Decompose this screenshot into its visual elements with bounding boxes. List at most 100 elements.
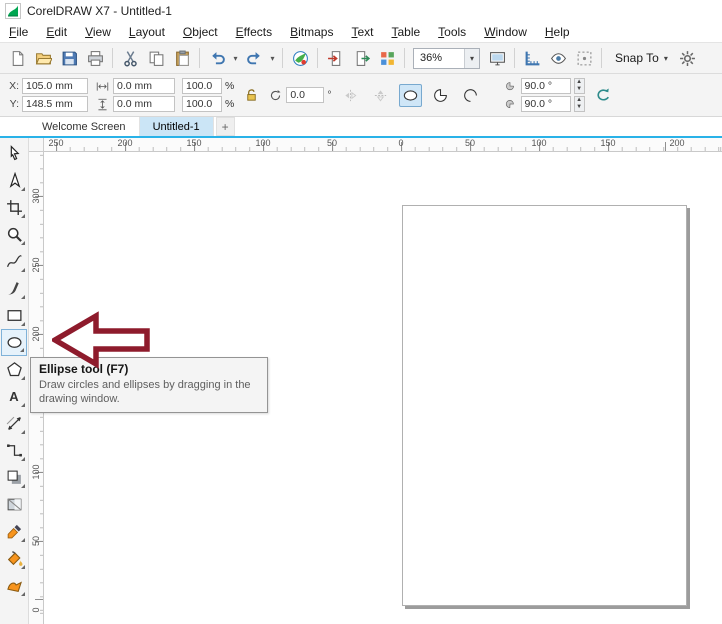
- end-angle-spinner[interactable]: ▲ ▼: [573, 96, 585, 112]
- object-width-field[interactable]: 0.0 mm: [113, 78, 175, 94]
- hruler-label: 0: [398, 138, 404, 148]
- menu-effects[interactable]: Effects: [227, 23, 281, 41]
- polygon-tool[interactable]: [1, 356, 27, 383]
- crop-tool[interactable]: [1, 194, 27, 221]
- options-button[interactable]: [675, 45, 701, 71]
- parallel-dimension-tool[interactable]: [1, 410, 27, 437]
- menu-tools[interactable]: Tools: [429, 23, 475, 41]
- ruler-origin[interactable]: [29, 138, 44, 152]
- ellipse-tool[interactable]: [1, 329, 27, 356]
- import-button[interactable]: [322, 45, 348, 71]
- straight-line-connector-tool[interactable]: [1, 437, 27, 464]
- menu-table[interactable]: Table: [382, 23, 429, 41]
- hruler-label: 100: [255, 138, 271, 148]
- new-tab-button[interactable]: +: [215, 117, 235, 136]
- interactive-fill-tool[interactable]: [1, 545, 27, 572]
- pie-mode-button[interactable]: [429, 84, 452, 107]
- copy-button[interactable]: [143, 45, 169, 71]
- open-button[interactable]: [30, 45, 56, 71]
- end-angle-field[interactable]: 90.0 °: [520, 96, 571, 112]
- end-angle-icon: [503, 98, 518, 110]
- rotation-field[interactable]: 0.0: [286, 87, 325, 103]
- menu-layout[interactable]: Layout: [120, 23, 174, 41]
- undo-button[interactable]: [204, 45, 230, 71]
- percent-label: %: [225, 80, 235, 92]
- standard-toolbar: ▾ ▾ 36% ▾ Snap To ▾: [0, 42, 722, 74]
- full-screen-preview-button[interactable]: [484, 45, 510, 71]
- scale-h-field[interactable]: 100.0: [182, 78, 222, 94]
- ellipse-mode-button[interactable]: [398, 83, 422, 107]
- menu-object[interactable]: Object: [174, 23, 227, 41]
- shape-tool[interactable]: [1, 167, 27, 194]
- lock-ratio-button[interactable]: [241, 78, 261, 112]
- vruler-label: 250: [31, 257, 41, 273]
- hruler-label: 50: [326, 138, 338, 148]
- percent-label: %: [225, 98, 235, 110]
- redo-button[interactable]: [241, 45, 267, 71]
- chevron-down-icon[interactable]: ▾: [464, 48, 479, 68]
- rotation-angle-icon: [268, 89, 283, 102]
- separator: [514, 48, 515, 68]
- menu-bitmaps[interactable]: Bitmaps: [281, 23, 342, 41]
- hruler-label: 100: [531, 138, 547, 148]
- chevron-down-icon: ▾: [663, 53, 668, 63]
- horizontal-ruler[interactable]: 250 200 150 100 50 0 50 100 150 200: [44, 138, 722, 152]
- change-direction-button[interactable]: [592, 84, 615, 107]
- show-rulers-button[interactable]: [519, 45, 545, 71]
- preview-button[interactable]: [545, 45, 571, 71]
- scale-v-field[interactable]: 100.0: [182, 96, 222, 112]
- toolbar-group-right: [675, 45, 701, 71]
- search-content-button[interactable]: [287, 45, 313, 71]
- object-width-icon: [95, 80, 110, 93]
- tab-untitled-1[interactable]: Untitled-1: [139, 117, 214, 136]
- menu-text[interactable]: Text: [342, 23, 382, 41]
- degree-label: °: [327, 89, 332, 101]
- start-angle-spinner[interactable]: ▲ ▼: [573, 78, 585, 94]
- hruler-label: 50: [464, 138, 476, 148]
- arc-mode-button[interactable]: [459, 84, 482, 107]
- zoom-tool[interactable]: [1, 221, 27, 248]
- spinner-down-icon[interactable]: ▼: [575, 104, 584, 111]
- spinner-up-icon[interactable]: ▲: [575, 79, 584, 86]
- start-angle-field[interactable]: 90.0 °: [520, 78, 571, 94]
- redo-list-button[interactable]: ▾: [267, 45, 278, 71]
- mirror-vertical-button[interactable]: [369, 84, 392, 107]
- dynamic-guides-button[interactable]: [571, 45, 597, 71]
- hruler-label: 200: [117, 138, 133, 148]
- paste-button[interactable]: [169, 45, 195, 71]
- drop-shadow-tool[interactable]: [1, 464, 27, 491]
- object-height-field[interactable]: 0.0 mm: [113, 96, 175, 112]
- transparency-tool[interactable]: [1, 491, 27, 518]
- menu-help[interactable]: Help: [536, 23, 579, 41]
- undo-list-button[interactable]: ▾: [230, 45, 241, 71]
- save-button[interactable]: [56, 45, 82, 71]
- drawing-page[interactable]: [402, 205, 687, 606]
- application-launcher-button[interactable]: [374, 45, 400, 71]
- spinner-down-icon[interactable]: ▼: [575, 86, 584, 93]
- freehand-tool[interactable]: [1, 248, 27, 275]
- tab-welcome-screen[interactable]: Welcome Screen: [29, 117, 140, 136]
- mirror-horizontal-button[interactable]: [339, 84, 362, 107]
- menu-edit[interactable]: Edit: [37, 23, 76, 41]
- zoom-level-value: 36%: [420, 52, 443, 64]
- y-position-field[interactable]: 148.5 mm: [22, 96, 88, 112]
- snap-to-dropdown[interactable]: Snap To ▾: [608, 48, 675, 68]
- text-tool[interactable]: A: [1, 383, 27, 410]
- menu-view[interactable]: View: [76, 23, 120, 41]
- artistic-media-tool[interactable]: [1, 275, 27, 302]
- menu-file[interactable]: File: [0, 23, 37, 41]
- object-size-group: 0.0 mm 0.0 mm: [95, 78, 175, 112]
- cut-button[interactable]: [117, 45, 143, 71]
- color-eyedropper-tool[interactable]: [1, 518, 27, 545]
- rectangle-tool[interactable]: [1, 302, 27, 329]
- print-button[interactable]: [82, 45, 108, 71]
- export-button[interactable]: [348, 45, 374, 71]
- menu-window[interactable]: Window: [475, 23, 536, 41]
- new-document-button[interactable]: [4, 45, 30, 71]
- x-position-field[interactable]: 105.0 mm: [22, 78, 88, 94]
- zoom-level-combo[interactable]: 36% ▾: [413, 47, 480, 69]
- spinner-up-icon[interactable]: ▲: [575, 97, 584, 104]
- pick-tool[interactable]: [1, 140, 27, 167]
- toolbar-group-left: ▾ ▾: [4, 45, 409, 71]
- smart-fill-tool[interactable]: [1, 572, 27, 599]
